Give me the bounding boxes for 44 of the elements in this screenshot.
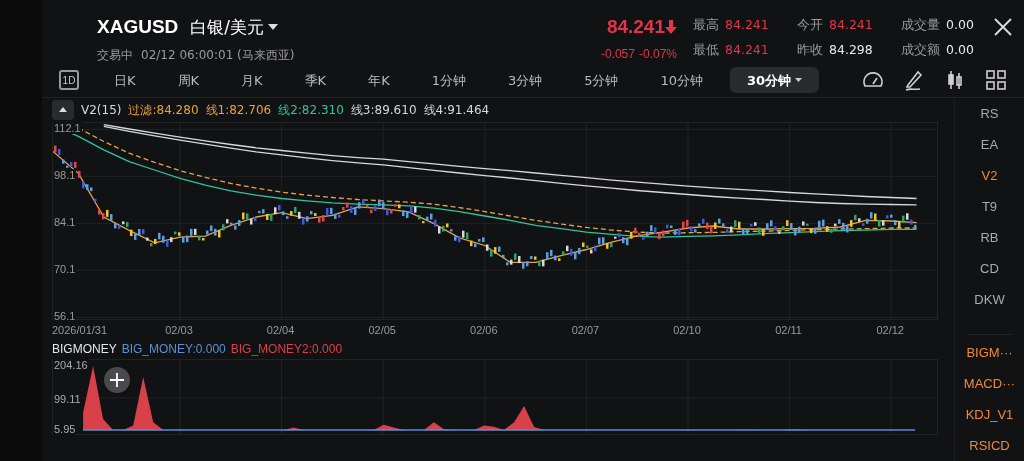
axis-label: 02/03 xyxy=(165,323,193,338)
stat-label: 今开 xyxy=(797,16,823,34)
axis-label: 02/12 xyxy=(876,323,904,338)
stat-label: 成交额 xyxy=(901,40,940,59)
axis-label: 2026/01/31 xyxy=(52,323,108,338)
stat-value: 84.241 xyxy=(725,16,769,34)
stat-value: 0.00 xyxy=(946,16,974,34)
stat-label: 昨收 xyxy=(797,40,823,59)
axis-label: 70.1 xyxy=(53,263,77,276)
axis-label: 02/10 xyxy=(673,323,701,338)
axis-label: 02/07 xyxy=(571,323,600,338)
quote-time: 02/12 06:00:01 (马来西亚) xyxy=(141,46,295,64)
stat-label: 最低 xyxy=(693,40,719,59)
axis-label: 99.11 xyxy=(53,392,82,405)
legend-item: 线1:82.706 xyxy=(205,102,272,119)
percent-change: -0.07% xyxy=(638,45,677,63)
price-change: -0.057 xyxy=(600,45,635,63)
trading-status: 交易中 xyxy=(97,46,133,64)
axis-label: 5.95 xyxy=(53,423,77,435)
stat-label: 成交量 xyxy=(901,16,940,34)
axis-label: 84.1 xyxy=(53,216,77,229)
legend-item: BIG_MONEY:0.000 xyxy=(121,341,226,358)
legend-item: BIG_MONEY2:0.000 xyxy=(230,341,343,358)
legend-item: 过滤:84.280 xyxy=(128,102,199,119)
stat-label: 最高 xyxy=(693,16,719,34)
legend-title: V2(15) xyxy=(81,102,122,119)
legend-item: 线2:82.310 xyxy=(278,102,344,119)
stat-value: 0.00 xyxy=(946,40,974,59)
axis-label: 02/04 xyxy=(266,323,295,338)
stat-value: 84.241 xyxy=(725,40,769,59)
stat-value: 84.241 xyxy=(829,16,873,34)
last-price: 84.241 xyxy=(606,15,665,39)
symbol-title: XAGUSD xyxy=(97,15,179,39)
axis-label: 56.1 xyxy=(53,310,77,323)
axis-label: 112.1 xyxy=(53,122,82,135)
stat-value: 84.298 xyxy=(829,40,873,59)
legend-item: 线4:91.464 xyxy=(423,102,490,119)
legend-item: 线3:89.610 xyxy=(350,102,417,119)
axis-label: 02/11 xyxy=(775,323,802,338)
axis-label: 204.16 xyxy=(53,359,89,371)
axis-label: 02/06 xyxy=(470,323,498,338)
legend-title: BIGMONEY xyxy=(52,341,117,358)
axis-label: 02/05 xyxy=(368,323,396,338)
axis-label: 98.1 xyxy=(53,169,77,182)
